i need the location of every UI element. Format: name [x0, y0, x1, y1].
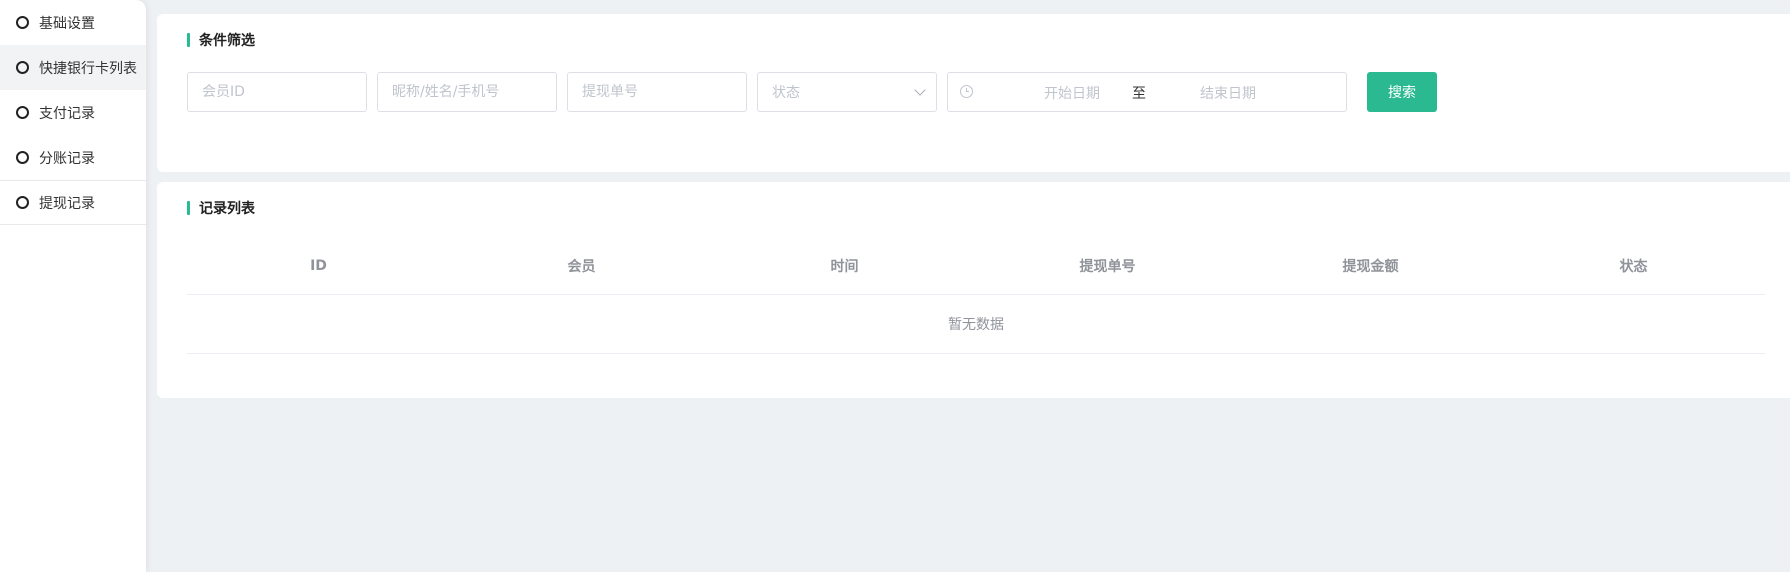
records-panel: 记录列表 ID 会员 时间 提现单号 提现金额 状态 暂无数据 — [157, 182, 1790, 398]
circle-icon — [16, 106, 29, 119]
status-select-placeholder: 状态 — [772, 85, 800, 101]
sidebar-item-label: 基础设置 — [39, 15, 95, 32]
title-accent-bar — [187, 33, 190, 47]
records-title-text: 记录列表 — [199, 201, 255, 217]
sidebar-item-label: 分账记录 — [39, 150, 95, 167]
table-header: ID 会员 时间 提现单号 提现金额 状态 — [187, 238, 1765, 295]
title-accent-bar — [187, 201, 190, 215]
circle-icon — [16, 61, 29, 74]
name-phone-input[interactable] — [377, 72, 557, 112]
column-header-status[interactable]: 状态 — [1502, 256, 1765, 276]
start-date-input[interactable]: 开始日期 — [1024, 83, 1120, 103]
column-header-time[interactable]: 时间 — [713, 256, 976, 276]
sidebar: 基础设置 快捷银行卡列表 支付记录 分账记录 提现记录 — [0, 0, 146, 572]
range-separator: 至 — [1132, 86, 1146, 102]
sidebar-item-quick-bank-cards[interactable]: 快捷银行卡列表 — [0, 45, 146, 90]
circle-icon — [16, 16, 29, 29]
column-header-id[interactable]: ID — [187, 258, 450, 274]
column-header-member[interactable]: 会员 — [450, 256, 713, 276]
column-header-withdrawal-no[interactable]: 提现单号 — [976, 256, 1239, 276]
withdrawal-no-input[interactable] — [567, 72, 747, 112]
date-range-picker[interactable]: 开始日期 至 结束日期 — [947, 72, 1347, 112]
filter-title-text: 条件筛选 — [199, 33, 255, 49]
filter-title: 条件筛选 — [187, 30, 255, 50]
filter-panel: 条件筛选 状态 开始日期 至 结束日期 搜索 — [157, 14, 1790, 172]
records-title: 记录列表 — [187, 198, 255, 218]
records-table: ID 会员 时间 提现单号 提现金额 状态 暂无数据 — [187, 238, 1765, 354]
sidebar-item-label: 提现记录 — [39, 195, 95, 212]
sidebar-item-label: 支付记录 — [39, 105, 95, 122]
circle-icon — [16, 151, 29, 164]
chevron-down-icon — [914, 84, 926, 96]
status-select[interactable]: 状态 — [757, 72, 937, 112]
clock-icon — [960, 85, 973, 98]
member-id-input[interactable] — [187, 72, 367, 112]
empty-state: 暂无数据 — [187, 295, 1765, 354]
end-date-input[interactable]: 结束日期 — [1180, 83, 1276, 103]
circle-icon — [16, 196, 29, 209]
search-button[interactable]: 搜索 — [1367, 72, 1437, 112]
sidebar-item-basic-settings[interactable]: 基础设置 — [0, 0, 146, 45]
sidebar-item-withdrawal-records[interactable]: 提现记录 — [0, 180, 146, 225]
sidebar-item-payment-records[interactable]: 支付记录 — [0, 90, 146, 135]
sidebar-item-split-records[interactable]: 分账记录 — [0, 135, 146, 180]
sidebar-item-label: 快捷银行卡列表 — [39, 60, 137, 77]
column-header-withdrawal-amount[interactable]: 提现金额 — [1239, 256, 1502, 276]
